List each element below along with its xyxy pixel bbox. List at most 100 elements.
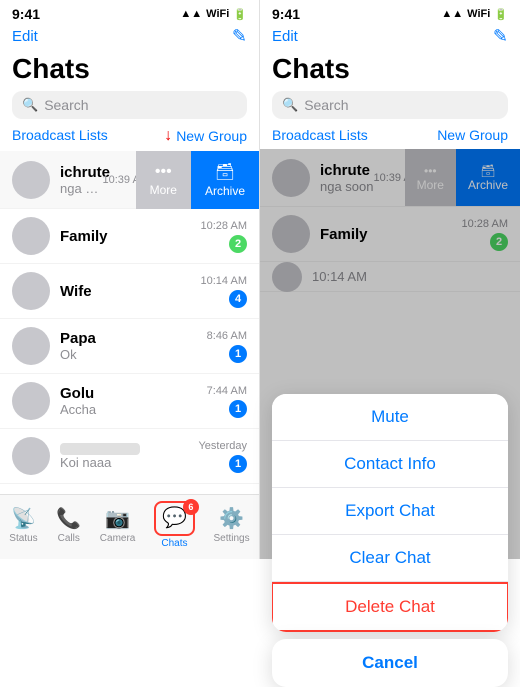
nav-calls[interactable]: 📞 Calls bbox=[56, 506, 81, 544]
chat-list-left: ichrute nga soon 10:39 AM ••• More 🗃 Arc… bbox=[0, 151, 259, 494]
avatar bbox=[12, 217, 50, 255]
status-bar-left: 9:41 ▲▲ WiFi 🔋 bbox=[0, 0, 259, 24]
chat-content: ichrute nga soon bbox=[60, 164, 103, 196]
compose-icon-left[interactable]: ✎ bbox=[232, 26, 247, 47]
search-bar-left[interactable]: 🔍 Search bbox=[12, 91, 247, 119]
status-nav-icon: 📡 bbox=[11, 506, 36, 531]
chat-content: Papa Ok bbox=[60, 330, 207, 362]
chat-time: 8:46 AM bbox=[207, 330, 247, 342]
delete-chat-button[interactable]: Delete Chat bbox=[272, 582, 508, 632]
table-row[interactable]: Papa Ok 8:46 AM 1 bbox=[0, 319, 259, 374]
right-panel: 9:41 ▲▲ WiFi 🔋 Edit ✎ Chats 🔍 Search Bro… bbox=[260, 0, 520, 559]
chat-content: Wife bbox=[60, 283, 201, 300]
chat-preview: Ok bbox=[60, 347, 207, 362]
battery-icon: 🔋 bbox=[233, 8, 247, 21]
chat-time: 10:14 AM bbox=[201, 275, 247, 287]
nav-status[interactable]: 📡 Status bbox=[9, 506, 37, 544]
chats-nav-box: 💬 6 bbox=[154, 501, 195, 536]
chat-preview: Accha bbox=[60, 402, 207, 417]
chats-title-right: Chats bbox=[260, 53, 520, 91]
wifi-icon-right: WiFi bbox=[467, 8, 490, 20]
chat-time: 10:28 AM bbox=[201, 220, 247, 232]
status-icons-right: ▲▲ WiFi 🔋 bbox=[441, 8, 508, 21]
camera-nav-icon: 📷 bbox=[105, 506, 130, 531]
avatar bbox=[12, 161, 50, 199]
status-icons-left: ▲▲ WiFi 🔋 bbox=[180, 8, 247, 21]
chat-badge: 1 bbox=[229, 400, 247, 418]
edit-button-right[interactable]: Edit bbox=[272, 28, 298, 45]
chat-name: Papa bbox=[60, 330, 207, 347]
chat-name: ichrute bbox=[60, 164, 103, 181]
table-row[interactable]: Family 10:28 AM 2 bbox=[0, 209, 259, 264]
cancel-button[interactable]: Cancel bbox=[272, 639, 508, 687]
table-row[interactable]: Koi naaa Yesterday 1 bbox=[0, 429, 259, 484]
export-chat-button[interactable]: Export Chat bbox=[272, 488, 508, 535]
broadcast-row-left: Broadcast Lists ↓ New Group bbox=[0, 127, 259, 151]
chat-content: Family bbox=[60, 228, 201, 245]
archive-label: Archive bbox=[205, 184, 245, 198]
wifi-icon: WiFi bbox=[206, 8, 229, 20]
table-row[interactable]: ichrute nga soon 10:39 AM ••• More 🗃 Arc… bbox=[0, 151, 259, 209]
more-dots-icon: ••• bbox=[155, 163, 172, 181]
time-left: 9:41 bbox=[12, 6, 40, 22]
chat-badge: 1 bbox=[229, 455, 247, 473]
more-label: More bbox=[150, 183, 177, 197]
table-row[interactable]: Golu Accha 7:44 AM 1 bbox=[0, 374, 259, 429]
chat-time: 7:44 AM bbox=[207, 385, 247, 397]
time-right: 9:41 bbox=[272, 6, 300, 22]
context-menu: Mute Contact Info Export Chat Clear Chat… bbox=[272, 394, 508, 632]
nav-chats[interactable]: 💬 6 Chats bbox=[154, 501, 195, 549]
search-placeholder-left: Search bbox=[44, 97, 88, 113]
nav-settings[interactable]: ⚙️ Settings bbox=[213, 506, 249, 544]
search-bar-right[interactable]: 🔍 Search bbox=[272, 91, 508, 119]
settings-nav-icon: ⚙️ bbox=[219, 506, 244, 531]
chat-badge: 4 bbox=[229, 290, 247, 308]
chat-header-left: Edit ✎ bbox=[0, 24, 259, 53]
nav-settings-label: Settings bbox=[213, 533, 249, 544]
mute-button[interactable]: Mute bbox=[272, 394, 508, 441]
archive-swipe-button[interactable]: 🗃 Archive bbox=[191, 151, 259, 209]
chat-name: Wife bbox=[60, 283, 201, 300]
avatar bbox=[12, 382, 50, 420]
table-row[interactable]: Wife 10:14 AM 4 bbox=[0, 264, 259, 319]
more-swipe-button[interactable]: ••• More bbox=[136, 151, 191, 209]
chats-count-badge: 6 bbox=[183, 499, 199, 515]
chat-preview: nga soon bbox=[60, 181, 103, 196]
chat-name: Family bbox=[60, 228, 201, 245]
new-group-button-left[interactable]: New Group bbox=[176, 128, 247, 144]
nav-camera-label: Camera bbox=[100, 533, 136, 544]
avatar bbox=[12, 437, 50, 475]
nav-camera[interactable]: 📷 Camera bbox=[100, 506, 136, 544]
calls-nav-icon: 📞 bbox=[56, 506, 81, 531]
broadcast-lists-left[interactable]: Broadcast Lists bbox=[12, 127, 108, 145]
chat-name: Golu bbox=[60, 385, 207, 402]
chat-meta: 10:28 AM 2 bbox=[201, 220, 247, 253]
search-icon-left: 🔍 bbox=[22, 97, 38, 113]
edit-button-left[interactable]: Edit bbox=[12, 28, 38, 45]
chat-meta: Yesterday 1 bbox=[198, 440, 247, 473]
cancel-button-container: Cancel bbox=[272, 639, 508, 687]
chat-content: Koi naaa bbox=[60, 443, 198, 470]
chat-badge: 1 bbox=[229, 345, 247, 363]
archive-icon: 🗃 bbox=[215, 162, 235, 182]
chat-header-right: Edit ✎ bbox=[260, 24, 520, 53]
search-icon-right: 🔍 bbox=[282, 97, 298, 113]
avatar bbox=[12, 272, 50, 310]
chat-meta: 7:44 AM 1 bbox=[207, 385, 247, 418]
chat-content: Golu Accha bbox=[60, 385, 207, 417]
nav-chats-label: Chats bbox=[161, 538, 187, 549]
contact-info-button[interactable]: Contact Info bbox=[272, 441, 508, 488]
chat-meta: 10:14 AM 4 bbox=[201, 275, 247, 308]
swipe-actions: ••• More 🗃 Archive bbox=[136, 151, 259, 208]
new-group-button-right[interactable]: New Group bbox=[437, 127, 508, 143]
avatar bbox=[12, 327, 50, 365]
nav-calls-label: Calls bbox=[58, 533, 80, 544]
battery-icon-right: 🔋 bbox=[494, 8, 508, 21]
compose-icon-right[interactable]: ✎ bbox=[493, 26, 508, 47]
broadcast-lists-right[interactable]: Broadcast Lists bbox=[272, 127, 368, 143]
signal-icon-right: ▲▲ bbox=[441, 8, 463, 20]
status-bar-right: 9:41 ▲▲ WiFi 🔋 bbox=[260, 0, 520, 24]
chat-name bbox=[60, 443, 140, 455]
chat-preview: Koi naaa bbox=[60, 455, 198, 470]
search-placeholder-right: Search bbox=[304, 97, 348, 113]
